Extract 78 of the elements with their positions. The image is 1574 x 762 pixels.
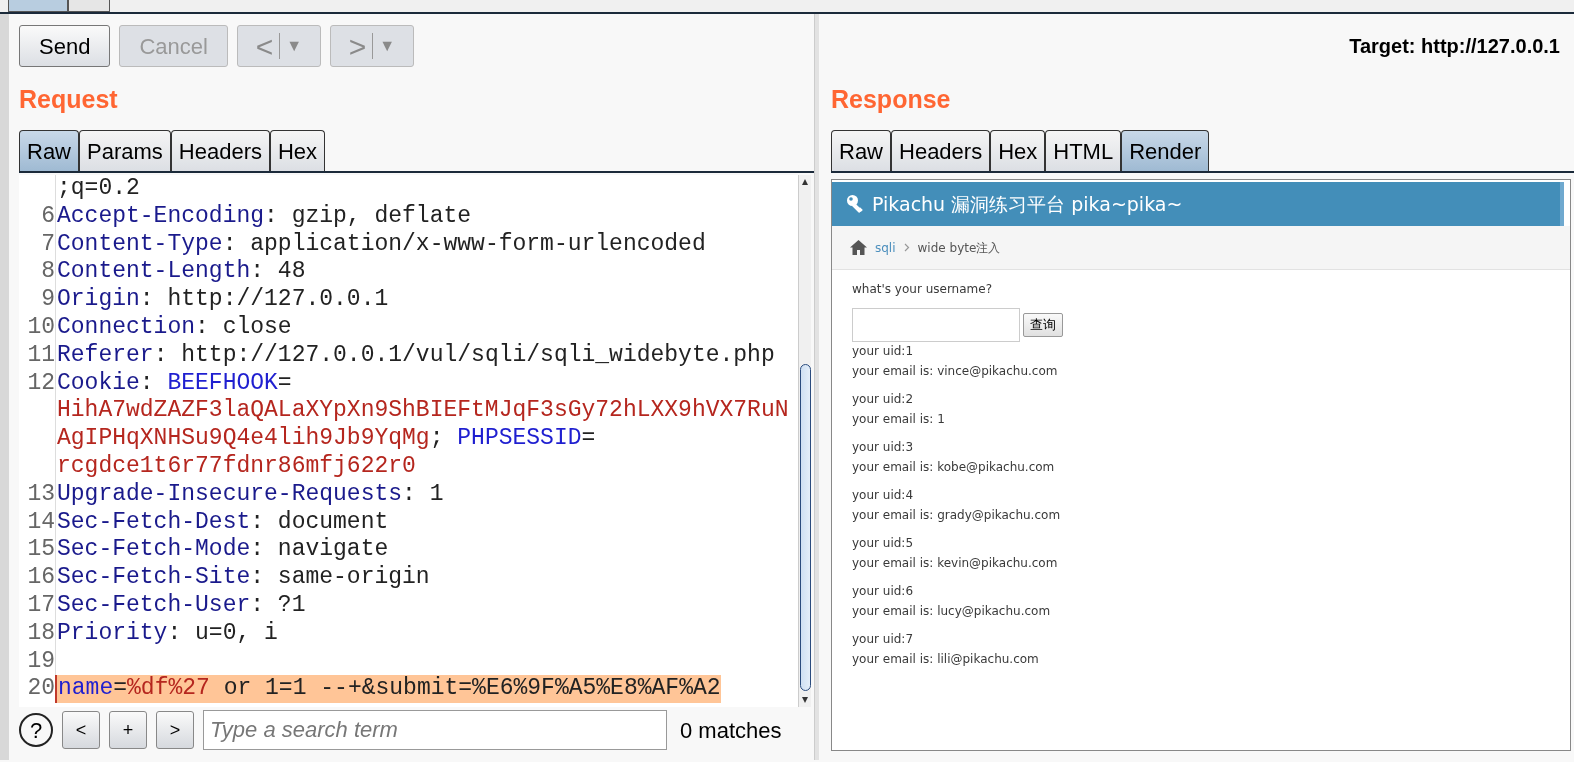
window-tab[interactable] [8,0,68,12]
uid-text: your uid:4 [852,487,915,504]
tab[interactable]: Headers [170,130,270,171]
scrollbar[interactable] [798,175,811,707]
line-number: 9 [40,286,55,314]
add-button[interactable]: + [109,711,147,749]
panel-title: Response [831,84,952,114]
chevron-icon [903,243,910,252]
email-text: your email is: 1 [852,410,946,428]
line-number: 7 [40,230,55,259]
uid-text: your uid:6 [852,583,915,600]
uid-text: your uid:3 [852,439,915,456]
line-number: 11 [26,341,55,370]
search-field[interactable]: Type a search term [203,710,667,750]
code-line: Priority: u=0, i [55,619,278,648]
tab[interactable]: Render [1121,130,1210,171]
email-text: your email is: kobe@pikachu.com [852,458,1056,476]
email-text: your email is: kevin@pikachu.com [852,554,1059,572]
code-line: Sec-Fetch-Site: same-origin [55,564,430,592]
code-line: Sec-Fetch-User: ?1 [55,591,306,620]
uid-text: your uid:1 [852,343,915,360]
help-button[interactable]: ? [19,713,53,747]
breadcrumb-item: wide byte注入 [917,239,1001,257]
tab[interactable]: Headers [891,130,991,171]
uid-text: your uid:7 [852,631,915,648]
tab[interactable]: HTML [1045,130,1122,171]
line-number: 14 [26,508,55,537]
code-line: rcgdce1t6r77fdnr86mfj622r0 [55,452,416,481]
uid-text: your uid:5 [852,535,915,552]
line-number: 17 [26,591,55,620]
line-number: 16 [26,564,55,592]
previous-button[interactable]: < [62,711,100,749]
line-number: 12 [26,369,55,398]
line-number: 19 [26,647,55,676]
line-number: 8 [40,258,55,287]
code-line: Sec-Fetch-Mode: navigate [55,536,389,565]
username-field[interactable] [852,308,1020,342]
panel-title: Request [19,84,119,114]
scroll-down-icon[interactable] [801,696,809,704]
code-line: Connection: close [55,314,292,342]
window-tab[interactable] [68,0,110,12]
code-line: Upgrade-Insecure-Requests: 1 [55,480,444,509]
email-text: your email is: vince@pikachu.com [852,362,1059,380]
tab[interactable]: Raw [19,130,79,171]
email-text: your email is: grady@pikachu.com [852,506,1062,524]
site-title: Pikachu 漏洞练习平台 pika~pika~ [872,191,1183,217]
match-count: 0 matches [680,716,782,745]
tab[interactable]: Raw [831,130,891,171]
next-button[interactable]: > [156,711,194,749]
query-button[interactable]: 查询 [1023,313,1063,337]
code-line: Sec-Fetch-Dest: document [55,508,389,537]
code-line: Origin: http://127.0.0.1 [55,286,389,314]
code-line: Content-Length: 48 [55,258,306,287]
uid-text: your uid:2 [852,391,915,408]
email-text: your email is: lili@pikachu.com [852,650,1040,668]
send-button[interactable]: Send [19,25,111,67]
code-editor[interactable] [19,175,811,707]
line-number: 13 [26,480,55,509]
tab[interactable]: Params [79,130,171,171]
email-text: your email is: lucy@pikachu.com [852,602,1052,620]
target-label: Target: http://127.0.0.1 [1349,34,1561,59]
tab[interactable]: Hex [990,130,1046,171]
scroll-up-icon[interactable] [801,178,809,186]
code-line: Content-Type: application/x-www-form-urlencoded [55,230,706,259]
code-line: ;q=0.2 [55,175,140,203]
code-line: AgIPHqXNHSu9Q4e4lih9Jb9YqMg; PHPSESSID= [55,425,596,453]
line-number: 15 [26,536,55,565]
home-icon [850,240,867,255]
code-line: Accept-Encoding: gzip, deflate [55,202,472,231]
form-prompt: what's your username? [852,281,993,298]
line-number: 20 [26,675,55,704]
code-line: Referer: http://127.0.0.1/vul/sqli/sqli_widebyte.php [55,341,775,370]
line-number: 18 [26,619,55,648]
line-number: 10 [26,314,55,342]
tab[interactable]: Hex [269,130,326,171]
code-line: Cookie: BEEFHOOK= [55,369,292,398]
code-line: HihA7wdZAZF3laQALaXYpXn9ShBIEFtMJqF3sGy72hLXX9hVX7RuN [55,397,789,426]
line-number: 6 [40,202,55,231]
